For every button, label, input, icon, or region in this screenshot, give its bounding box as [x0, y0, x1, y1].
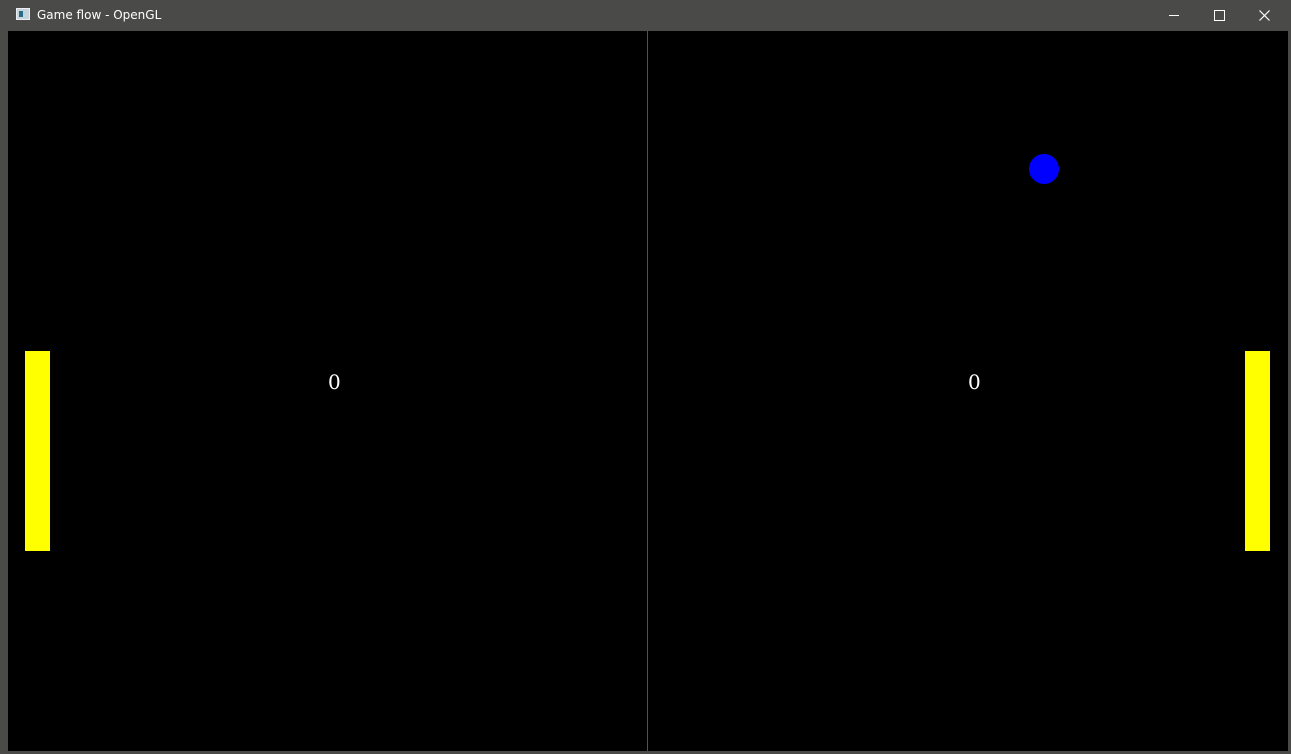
- right-paddle: [1245, 351, 1270, 551]
- maximize-icon: [1214, 10, 1225, 21]
- minimize-button[interactable]: [1152, 0, 1197, 31]
- ball: [1029, 154, 1059, 184]
- left-score: 0: [328, 370, 341, 394]
- center-line: [647, 31, 648, 751]
- maximize-button[interactable]: [1197, 0, 1242, 31]
- app-icon: [16, 8, 30, 20]
- app-window: Game flow - OpenGL 0 0: [0, 0, 1291, 754]
- close-icon: [1259, 10, 1270, 21]
- game-canvas[interactable]: 0 0: [8, 31, 1288, 751]
- window-title: Game flow - OpenGL: [37, 8, 162, 22]
- title-bar[interactable]: Game flow - OpenGL: [0, 0, 1291, 31]
- minimize-icon: [1169, 15, 1179, 16]
- close-button[interactable]: [1242, 0, 1287, 31]
- left-paddle: [25, 351, 50, 551]
- right-score: 0: [968, 370, 981, 394]
